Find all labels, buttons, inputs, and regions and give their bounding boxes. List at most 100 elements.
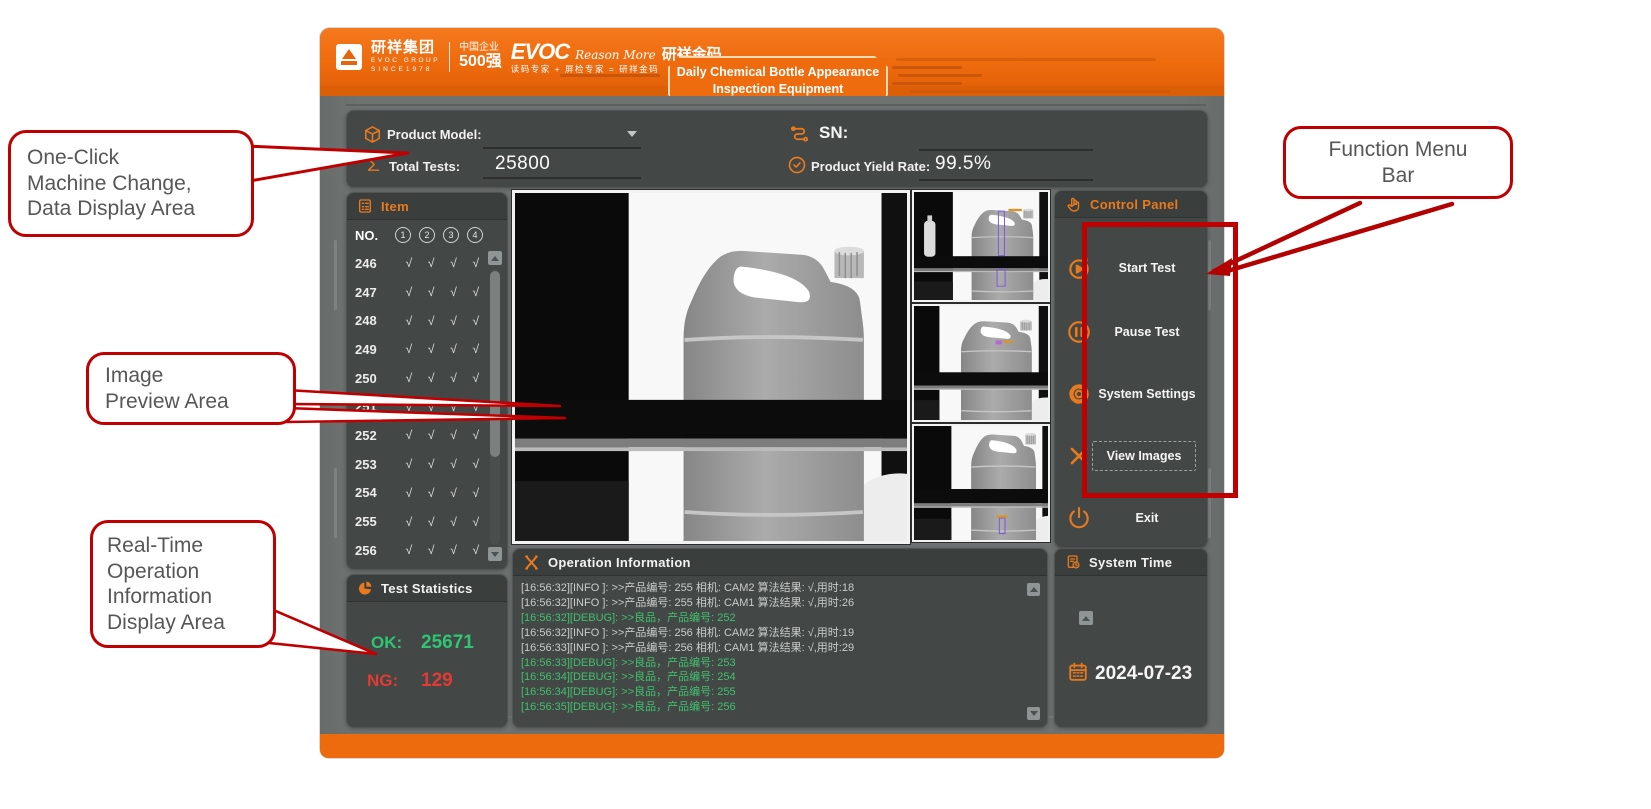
system-time-title: System Time <box>1089 555 1172 570</box>
group-subtitle: EVOC GROUP <box>371 58 440 65</box>
hand-pointer-icon <box>1065 196 1082 213</box>
app-title-line1: Daily Chemical Bottle Appearance <box>677 64 879 81</box>
body-decor <box>334 240 337 310</box>
exit-label: Exit <box>1092 511 1202 525</box>
yield-field <box>919 179 1093 181</box>
item-scroll-down-button[interactable] <box>488 547 502 561</box>
camera-2-image <box>914 306 1048 420</box>
total-tests-field[interactable] <box>483 177 641 179</box>
table-row[interactable]: 256√√√√ <box>347 536 487 565</box>
app-title-line2: Inspection Equipment <box>713 81 844 96</box>
camera-3-image <box>914 426 1048 540</box>
camera-thumbnail-1[interactable] <box>912 190 1050 302</box>
table-row[interactable]: 250√√√√ <box>347 364 487 393</box>
item-panel-title: Item <box>381 199 409 214</box>
camera-column-number: 3 <box>443 227 459 243</box>
doc-clock-icon <box>1065 554 1081 570</box>
item-scroll-up-button[interactable] <box>488 251 502 265</box>
header-decor-line <box>560 74 660 77</box>
log-line: [16:56:33][INFO ]: >>产品编号: 256 相机: CAM1 … <box>521 641 1025 656</box>
check-mark: √ <box>465 457 487 471</box>
check-mark: √ <box>465 428 487 442</box>
group-name-block: 研祥集团 EVOC GROUP SINCE1978 <box>371 40 440 73</box>
check-mark: √ <box>420 400 442 414</box>
check-mark: √ <box>420 256 442 270</box>
main-camera-image <box>515 193 907 541</box>
callout-image-preview: Image Preview Area <box>86 352 296 425</box>
yield-label: Product Yield Rate: <box>811 159 930 174</box>
camera-column-number: 4 <box>467 227 483 243</box>
check-mark: √ <box>442 428 464 442</box>
total-tests-value: 25800 <box>495 153 550 175</box>
check-mark: √ <box>420 371 442 385</box>
item-scrollbar-thumb[interactable] <box>490 271 500 457</box>
check-mark: √ <box>465 486 487 500</box>
check-mark: √ <box>465 515 487 529</box>
item-panel-header: Item <box>347 193 507 220</box>
item-col-headers: 1234 <box>391 227 487 243</box>
product-model-label: Product Model: <box>387 127 482 142</box>
log-line: [16:56:35][DEBUG]: >>良品，产品编号: 256 <box>521 700 1025 715</box>
checklist-icon <box>357 198 373 214</box>
check-mark: √ <box>442 486 464 500</box>
check-mark: √ <box>398 543 420 557</box>
app-title-badge: Daily Chemical Bottle Appearance Inspect… <box>668 56 888 96</box>
check-mark: √ <box>465 285 487 299</box>
check-mark: √ <box>398 342 420 356</box>
system-time-scroll-up-button[interactable] <box>1079 611 1093 625</box>
app-header: 研祥集团 EVOC GROUP SINCE1978 中国企业 500强 EVOC… <box>320 28 1224 96</box>
app-footer-bar <box>320 734 1224 758</box>
check-mark: √ <box>398 486 420 500</box>
table-row[interactable]: 248√√√√ <box>347 306 487 335</box>
table-row[interactable]: 252√√√√ <box>347 421 487 450</box>
body-decor <box>334 468 337 538</box>
exit-button[interactable]: Exit <box>1058 498 1202 538</box>
item-col-header-row: NO. 1234 <box>347 223 487 247</box>
table-row[interactable]: 247√√√√ <box>347 278 487 307</box>
log-line: [16:56:32][INFO ]: >>产品编号: 256 相机: CAM2 … <box>521 626 1025 641</box>
header-decor-line <box>898 74 982 77</box>
log-area[interactable]: [16:56:32][INFO ]: >>产品编号: 255 相机: CAM2 … <box>521 581 1025 721</box>
control-panel-header: Control Panel <box>1055 191 1207 218</box>
check-mark: √ <box>420 342 442 356</box>
check-mark: √ <box>420 285 442 299</box>
log-scroll-down-button[interactable] <box>1027 707 1040 720</box>
total-tests-label: Total Tests: <box>389 159 460 174</box>
sn-label: SN: <box>819 123 848 143</box>
brand-logo-cluster: 研祥集团 EVOC GROUP SINCE1978 中国企业 500强 EVOC… <box>336 40 722 74</box>
callout-function-menu: Function Menu Bar <box>1283 126 1513 199</box>
item-panel: Item NO. 1234 246√√√√247√√√√248√√√√249√√… <box>346 192 508 570</box>
check-mark: √ <box>420 543 442 557</box>
camera-thumbnail-2[interactable] <box>912 304 1050 422</box>
check-mark: √ <box>465 543 487 557</box>
check-mark: √ <box>442 371 464 385</box>
log-line: [16:56:34][DEBUG]: >>良品，产品编号: 255 <box>521 685 1025 700</box>
row-number: 250 <box>347 371 398 386</box>
camera-thumbnail-3[interactable] <box>912 424 1050 542</box>
product-model-select[interactable] <box>483 147 641 149</box>
row-number: 247 <box>347 285 398 300</box>
chevron-down-icon[interactable] <box>627 131 637 137</box>
pie-chart-icon <box>357 580 373 596</box>
check-mark: √ <box>465 256 487 270</box>
header-decor-line <box>910 90 1170 93</box>
check-mark: √ <box>420 515 442 529</box>
log-line: [16:56:33][DEBUG]: >>良品，产品编号: 253 <box>521 656 1025 671</box>
table-row[interactable]: 255√√√√ <box>347 507 487 536</box>
callout-machine-change: One-Click Machine Change, Data Display A… <box>8 130 254 237</box>
table-row[interactable]: 253√√√√ <box>347 450 487 479</box>
yield-value: 99.5% <box>935 153 991 175</box>
table-row[interactable]: 254√√√√ <box>347 479 487 508</box>
control-panel-title: Control Panel <box>1090 197 1178 212</box>
log-scroll-up-button[interactable] <box>1027 583 1040 596</box>
table-row[interactable]: 251√√√√ <box>347 392 487 421</box>
calendar-icon <box>1067 661 1089 683</box>
evoc-wordmark: EVOC <box>511 40 569 63</box>
sn-input[interactable] <box>919 149 1093 151</box>
row-number: 255 <box>347 514 398 529</box>
ok-value: 25671 <box>421 632 474 654</box>
table-row[interactable]: 249√√√√ <box>347 335 487 364</box>
table-row[interactable]: 246√√√√ <box>347 249 487 278</box>
check-mark: √ <box>398 400 420 414</box>
camera-1-image <box>914 192 1048 300</box>
